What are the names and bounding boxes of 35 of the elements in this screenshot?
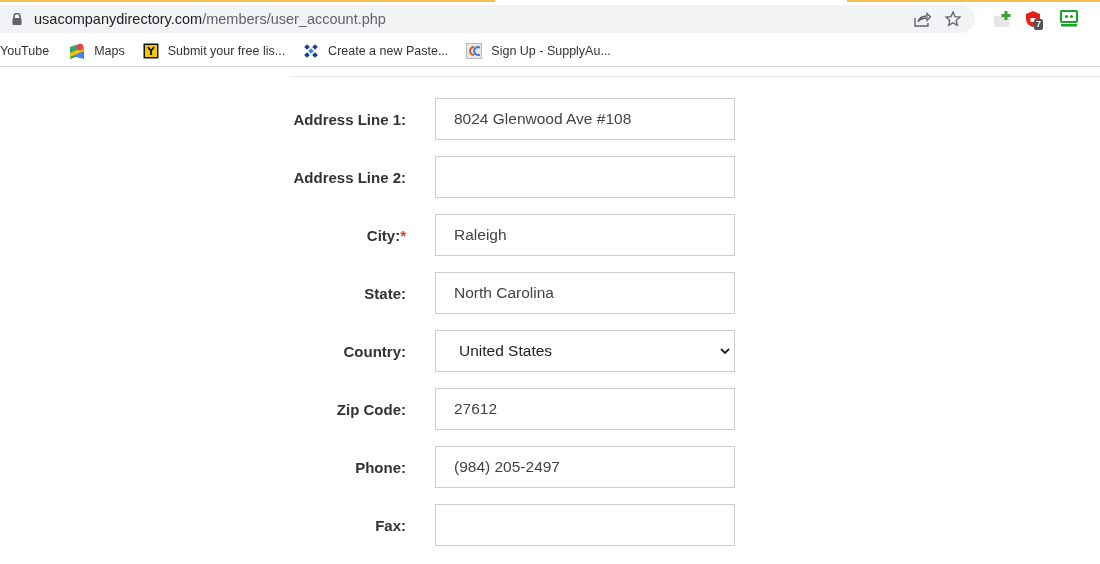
bookmark[interactable]: Create a new Paste... bbox=[301, 43, 451, 59]
address-bar[interactable]: usacompanydirectory.com/members/user_account.php bbox=[0, 5, 975, 33]
field-label: Phone: bbox=[355, 458, 406, 476]
chevron-down-icon bbox=[720, 347, 730, 355]
url-text: usacompanydirectory.com/members/user_account.php bbox=[34, 11, 386, 27]
input-field[interactable]: (984) 205-2497 bbox=[435, 446, 735, 488]
input-field[interactable] bbox=[435, 504, 735, 546]
input-field[interactable]: 8024 Glenwood Ave #108 bbox=[435, 98, 735, 140]
field-label: Fax: bbox=[375, 516, 406, 534]
input-field[interactable]: Raleigh bbox=[435, 214, 735, 256]
bookmark[interactable]: Maps bbox=[67, 43, 127, 59]
field-label: City: bbox=[366, 226, 401, 244]
map-pin-icon bbox=[69, 43, 86, 59]
extension-badge: 7 bbox=[1034, 19, 1043, 30]
diamond-cluster-icon bbox=[303, 43, 320, 59]
dropdown[interactable]: United States bbox=[435, 330, 735, 372]
bookmark[interactable]: Sign Up - SupplyAu... bbox=[464, 43, 613, 59]
required-mark: * bbox=[400, 226, 406, 244]
bookmark[interactable]: YouTube bbox=[0, 44, 52, 58]
input-field[interactable]: 27612 bbox=[435, 388, 735, 430]
star-icon[interactable] bbox=[945, 11, 961, 27]
field-label: Zip Code: bbox=[336, 400, 406, 418]
bookmark[interactable]: Submit your free lis... bbox=[140, 43, 288, 59]
field-label: Country: bbox=[343, 342, 406, 360]
field-label: State: bbox=[364, 284, 406, 302]
field-label: Address Line 1: bbox=[293, 110, 406, 128]
lock-icon bbox=[12, 13, 22, 25]
input-field[interactable]: North Carolina bbox=[435, 272, 735, 314]
y-logo-icon bbox=[142, 43, 159, 59]
extension-icon[interactable] bbox=[1059, 10, 1079, 28]
input-field[interactable] bbox=[435, 156, 735, 198]
gc-logo-icon bbox=[466, 43, 483, 59]
share-icon[interactable] bbox=[914, 11, 931, 27]
field-label: Address Line 2: bbox=[293, 168, 406, 186]
extension-icon[interactable] bbox=[993, 10, 1013, 28]
